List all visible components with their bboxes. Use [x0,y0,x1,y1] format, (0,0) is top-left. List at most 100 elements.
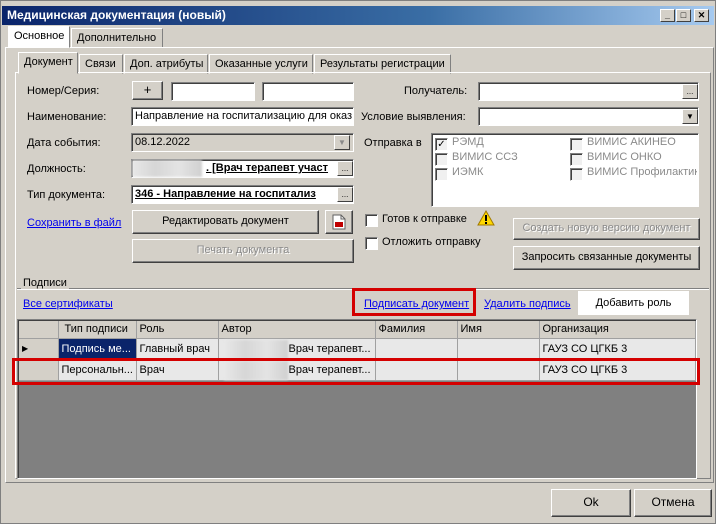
column-header[interactable]: Роль [136,321,219,339]
edit-document-button[interactable]: Редактировать документ [132,210,319,234]
delay-send-checkbox[interactable] [365,237,378,250]
close-icon[interactable]: ✕ [694,9,709,22]
cell-role[interactable]: Главный врач [136,338,219,360]
warning-icon [477,210,495,226]
send-remd-label: РЭМД [452,136,484,148]
cell-sign-type[interactable]: Персональн... [58,359,137,381]
doctype-value: 346 - Направление на госпитализ [135,188,316,200]
cell-org[interactable]: ГАУЗ СО ЦГКБ 3 [539,359,696,381]
cell-sign-type[interactable]: Подпись ме... [58,338,137,360]
pdf-export-button[interactable] [325,210,353,234]
doctype-field[interactable]: 346 - Направление на госпитализ [131,185,354,204]
table-header-row: Тип подписи Роль Автор Фамилия Имя Орган… [19,321,696,339]
tab-registration-results[interactable]: Результаты регистрации [314,54,451,74]
signatures-group-label: Подписи [21,277,69,289]
send-akineo-checkbox[interactable] [570,138,583,151]
tab-links-label: Связи [85,58,116,70]
sign-document-link[interactable]: Подписать документ [364,298,469,310]
send-onko-checkbox[interactable] [570,153,583,166]
row-indicator [19,359,59,381]
doctype-ellipsis-button[interactable]: ... [337,187,353,202]
dialog-window: Медицинская документация (новый) _ □ ✕ О… [0,0,716,524]
maximize-icon[interactable]: □ [676,9,691,22]
request-related-button[interactable]: Запросить связанные документы [513,246,700,270]
ready-to-send-label: Готов к отправке [382,213,467,225]
send-iemk-label: ИЭМК [452,166,484,178]
tab-extra-attributes-label: Доп. атрибуты [130,58,204,70]
tab-document-label: Документ [24,56,73,68]
position-label: Должность: [27,163,86,175]
tab-additional-label: Дополнительно [77,32,157,44]
signatures-table: Тип подписи Роль Автор Фамилия Имя Орган… [19,321,696,381]
window-titlebar[interactable]: Медицинская документация (новый) [2,6,714,25]
event-date-dropdown-icon[interactable]: ▼ [334,135,350,150]
tab-document[interactable]: Документ [18,52,78,74]
tab-extra-attributes[interactable]: Доп. атрибуты [124,54,208,74]
send-to-label: Отправка в [364,137,422,149]
event-date-value: 08.12.2022 [135,136,191,148]
position-redacted [132,160,202,177]
send-prophylaxis-label: ВИМИС Профилактика [587,166,697,178]
position-value: . [Врач терапевт участ [206,162,329,174]
column-header[interactable]: Тип подписи [58,321,137,339]
tab-additional[interactable]: Дополнительно [71,28,163,48]
cell-author-text: Врач терапевт... [288,363,371,376]
condition-dropdown-icon[interactable]: ▼ [682,109,698,124]
send-iemk-checkbox[interactable] [435,168,448,181]
cell-name[interactable] [457,359,540,381]
save-to-file-link[interactable]: Сохранить в файл [27,217,121,229]
ready-to-send-checkbox[interactable] [365,214,378,227]
cell-role[interactable]: Врач [136,359,219,381]
tab-main-label: Основное [14,30,65,42]
minimize-icon[interactable]: _ [660,9,675,22]
cell-surname[interactable] [375,359,458,381]
cell-name[interactable] [457,338,540,360]
name-field[interactable]: Направление на госпитализацию для оказ [131,107,354,126]
table-row[interactable]: ▶ Подпись ме... Главный врач Врач терапе… [19,338,696,360]
send-ssz-label: ВИМИС ССЗ [452,151,518,163]
tab-services[interactable]: Оказанные услуги [209,54,313,74]
name-label: Наименование: [27,111,107,123]
column-header[interactable]: Фамилия [375,321,458,339]
send-akineo-label: ВИМИС АКИНЕО [587,136,676,148]
add-number-button[interactable]: + [132,81,163,100]
send-ssz-checkbox[interactable] [435,153,448,166]
tab-services-label: Оказанные услуги [215,58,308,70]
send-prophylaxis-checkbox[interactable] [570,168,583,181]
condition-field[interactable] [478,107,699,126]
event-date-field[interactable]: 08.12.2022 [131,133,354,152]
series-field[interactable] [262,82,354,101]
column-header[interactable]: Организация [539,321,696,339]
add-role-button[interactable]: Добавить роль [578,291,689,315]
recipient-ellipsis-button[interactable]: ... [682,84,698,99]
author-redacted [224,361,288,380]
column-header[interactable]: Имя [457,321,540,339]
cell-surname[interactable] [375,338,458,360]
recipient-field[interactable] [478,82,699,101]
row-pointer-icon: ▶ [19,338,59,360]
all-certificates-link[interactable]: Все сертификаты [23,298,113,310]
position-ellipsis-button[interactable]: ... [337,161,353,176]
tab-links[interactable]: Связи [79,54,123,74]
table-row[interactable]: Персональн... Врач Врач терапевт... ГАУЗ… [19,359,696,381]
doctype-label: Тип документа: [27,189,106,201]
print-document-button[interactable]: Печать документа [132,239,354,263]
send-onko-label: ВИМИС ОНКО [587,151,662,163]
recipient-label: Получатель: [404,85,468,97]
delete-signature-link[interactable]: Удалить подпись [484,298,571,310]
signatures-divider [17,288,709,289]
row-indicator-header [19,321,59,339]
send-remd-checkbox[interactable]: ✓ [435,138,448,151]
number-field[interactable] [171,82,255,101]
column-header[interactable]: Автор [218,321,376,339]
tab-main[interactable]: Основное [8,26,70,48]
delay-send-label: Отложить отправку [382,236,481,248]
window-title: Медицинская документация (новый) [7,8,226,22]
number-label: Номер/Серия: [27,85,100,97]
event-date-label: Дата события: [27,137,101,149]
cancel-button[interactable]: Отмена [634,489,712,517]
document-icon [332,214,346,230]
cell-org[interactable]: ГАУЗ СО ЦГКБ 3 [539,338,696,360]
ok-button[interactable]: Ok [551,489,631,517]
create-new-version-button[interactable]: Создать новую версию документ [513,218,700,240]
